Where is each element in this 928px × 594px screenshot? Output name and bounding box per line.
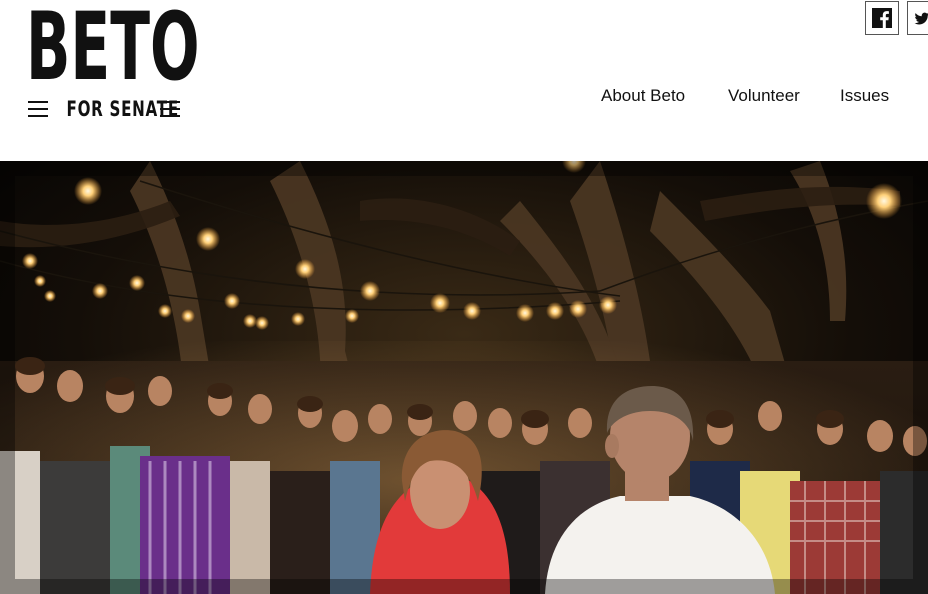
nav-volunteer[interactable]: Volunteer: [728, 85, 800, 107]
page: BETO FOR SENATE About Beto Volunteer Iss…: [0, 0, 928, 594]
logo-bars-left: [28, 101, 48, 117]
logo-bars-right: [160, 101, 180, 117]
facebook-icon: [872, 8, 892, 28]
nav-issues[interactable]: Issues: [840, 85, 889, 107]
hero-image: [0, 161, 928, 594]
twitter-button[interactable]: [907, 1, 928, 35]
facebook-button[interactable]: [865, 1, 899, 35]
hero-photo: [0, 161, 928, 594]
site-header: BETO FOR SENATE About Beto Volunteer Iss…: [0, 0, 928, 161]
nav-about-beto[interactable]: About Beto: [601, 85, 685, 107]
logo-title: BETO: [26, 0, 200, 102]
site-logo[interactable]: BETO FOR SENATE: [26, 1, 200, 122]
logo-subtitle: FOR SENATE: [66, 97, 179, 121]
logo-subtitle-row: FOR SENATE: [28, 97, 180, 121]
twitter-icon: [914, 12, 928, 25]
